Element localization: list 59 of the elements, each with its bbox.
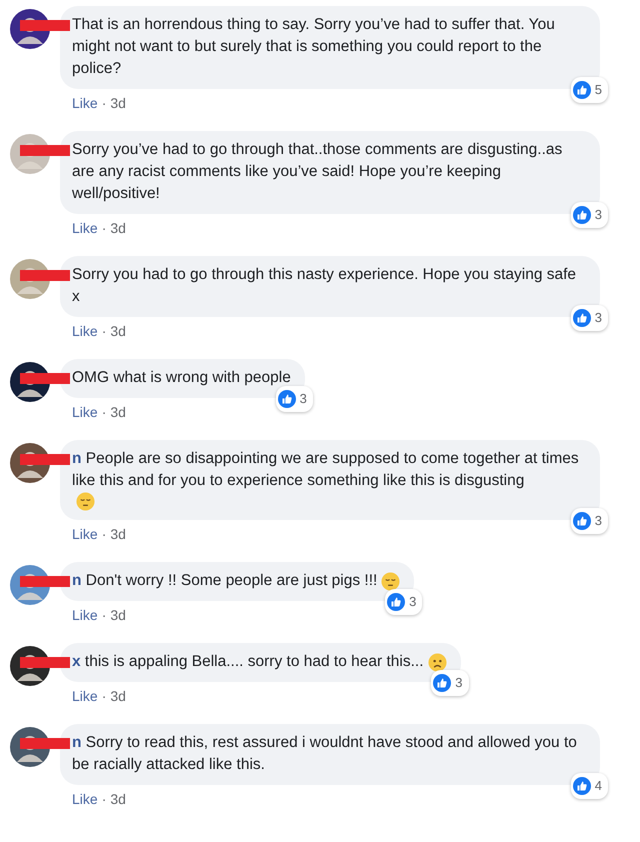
redaction-bar [20,270,70,281]
comment-text: Sorry you’ve had to go through that..those comments are disgusting..as are any racist comments like you’ve said! Hope you’re keeping well/positive! [72,140,564,204]
sad-face-icon [428,652,447,672]
thumbs-up-icon [433,674,452,692]
thumbs-up-icon [387,593,406,611]
redaction-bar [20,657,70,668]
comment-text: Sorry you had to go through this nasty experience. Hope you staying safe x [72,265,578,307]
thumbs-up-icon [572,777,591,795]
timestamp[interactable]: 3d [110,791,126,807]
timestamp[interactable]: 3d [110,688,126,704]
redaction-bar [20,20,70,31]
reaction-count[interactable]: 3 [570,305,608,331]
comment-text: x this is appaling Bella.... sorry to had to hear this... [72,652,424,672]
separator-dot: · [102,323,106,339]
timestamp[interactable]: 3d [110,323,126,339]
reaction-count[interactable]: 4 [570,773,608,799]
like-link[interactable]: Like [72,95,98,111]
pensive-face-icon [381,572,400,590]
separator-dot: · [102,688,106,704]
separator-dot: · [102,607,106,623]
reaction-count[interactable]: 3 [431,670,469,696]
reaction-count[interactable]: 5 [570,77,608,103]
reaction-count[interactable]: 3 [276,386,313,412]
timestamp[interactable]: 3d [110,220,126,236]
timestamp[interactable]: 3d [110,404,126,420]
separator-dot: · [102,220,106,236]
separator-dot: · [102,526,106,542]
pensive-face-icon [76,492,95,511]
like-link[interactable]: Like [72,220,98,236]
timestamp[interactable]: 3d [110,526,126,542]
reaction-count[interactable]: 3 [570,508,608,534]
like-link[interactable]: Like [72,791,98,807]
like-link[interactable]: Like [72,323,98,339]
redaction-bar [20,454,70,465]
thumbs-up-icon [572,512,591,530]
reaction-count[interactable]: 3 [385,589,422,615]
comment-text: n Don't worry !! Some people are just pigs !!! [72,571,378,591]
like-link[interactable]: Like [72,688,98,704]
comment-text: OMG what is wrong with people [72,368,291,388]
comment-text: n Sorry to read this, rest assured i wouldnt have stood and allowed you to be racially attacked like this. [72,733,578,775]
redaction-bar [20,576,70,587]
timestamp[interactable]: 3d [110,607,126,623]
comment-text: That is an horrendous thing to say. Sorry you’ve had to suffer that. You might not want to but surely that is something you could report to the police? [72,15,556,79]
redaction-bar [20,373,70,384]
thumbs-up-icon [572,309,591,327]
like-link[interactable]: Like [72,404,98,420]
thumbs-up-icon [278,390,296,408]
reaction-count[interactable]: 3 [570,202,608,228]
thumbs-up-icon [572,81,591,99]
like-link[interactable]: Like [72,607,98,623]
redaction-bar [20,145,70,156]
like-link[interactable]: Like [72,526,98,542]
timestamp[interactable]: 3d [110,95,126,111]
separator-dot: · [102,404,106,420]
thumbs-up-icon [572,206,591,224]
redaction-bar [20,738,70,749]
separator-dot: · [102,791,106,807]
comment-text: n People are so disappointing we are supposed to come together at times like this and for you to experience something like this is disgusting [72,449,580,491]
separator-dot: · [102,95,106,111]
